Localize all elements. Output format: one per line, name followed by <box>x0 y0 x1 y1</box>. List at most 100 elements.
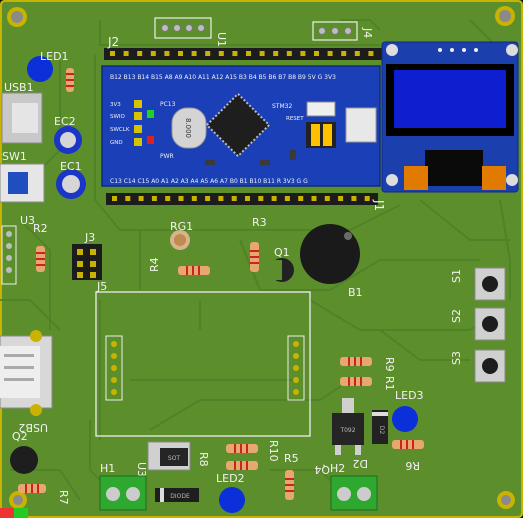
header-pin <box>341 51 347 56</box>
ec1-label: EC1 <box>60 160 82 173</box>
s1-label: S1 <box>450 269 463 283</box>
d1-package-label: DIODE <box>170 493 190 500</box>
pcb-render-view: U1 J4 J2 J1 B12 B13 B14 B15 A8 A9 A10 A1… <box>0 0 523 518</box>
r2-label: R2 <box>33 222 48 235</box>
led2-label: LED2 <box>216 472 245 485</box>
mcu-chip-label: STM32 <box>272 103 292 110</box>
d1-diode: DIODE <box>155 488 199 502</box>
header-pin <box>232 51 238 56</box>
r7-label: R7 <box>57 490 70 505</box>
r3-label: R3 <box>252 216 267 229</box>
r6-label: R6 <box>405 459 420 472</box>
r8-label: R8 <box>197 452 210 467</box>
led3-label: LED3 <box>395 389 424 402</box>
header-pin <box>311 196 317 201</box>
header-pin <box>205 51 211 56</box>
h2-label: H2 <box>330 462 345 475</box>
j2-label: J2 <box>107 35 119 49</box>
usb1-label: USB1 <box>4 81 34 94</box>
reset-label: RESET <box>286 116 304 122</box>
pc13-led <box>147 110 154 118</box>
r10-label: R10 <box>267 440 280 462</box>
s3-label: S3 <box>450 351 463 365</box>
header-pin <box>314 51 319 56</box>
q2-label: Q2 <box>12 430 28 443</box>
header-pin <box>258 196 264 201</box>
header-pin <box>218 51 224 56</box>
header-pin <box>110 51 115 56</box>
header-pin <box>178 51 183 56</box>
header-pin <box>354 51 360 56</box>
header-pin <box>246 51 251 56</box>
d2-label: D2 <box>353 457 368 470</box>
header-pin <box>205 196 211 201</box>
reset-button <box>306 101 336 117</box>
j4-label: J4 <box>361 27 374 38</box>
header-pin <box>286 51 292 56</box>
resistor-led1 <box>66 68 74 92</box>
header-pin <box>218 196 224 201</box>
header-pin <box>231 196 237 201</box>
pcb-board: U1 J4 J2 J1 B12 B13 B14 B15 A8 A9 A10 A1… <box>0 0 523 518</box>
h1-label: H1 <box>100 462 115 475</box>
header-pin <box>368 51 374 56</box>
module-bottom-pin-labels: C13 C14 C15 A0 A1 A2 A3 A4 A5 A6 A7 B0 B… <box>110 178 308 185</box>
swd-swclk-label: SWCLK <box>110 127 130 133</box>
s2-label: S2 <box>450 309 463 323</box>
u3b-label: U3 <box>135 462 148 477</box>
j1-label: J1 <box>372 199 386 211</box>
module-usb <box>345 107 377 143</box>
header-pin <box>259 51 265 56</box>
header-pin <box>178 196 184 201</box>
header-pin <box>364 196 370 201</box>
r5-label: R5 <box>284 452 299 465</box>
swd-swio-label: SWIO <box>110 114 126 120</box>
sw1-label: SW1 <box>2 150 27 163</box>
ec1-capacitor: EC1 <box>56 160 86 199</box>
rg1-label: RG1 <box>170 220 193 233</box>
header-pin <box>164 51 170 56</box>
corner-marker <box>0 508 14 518</box>
header-pin <box>191 196 197 201</box>
header-pin <box>137 51 143 56</box>
header-pin <box>138 196 144 201</box>
led1-label: LED1 <box>40 50 69 63</box>
header-pin <box>125 196 131 201</box>
swd-gnd-label: GND <box>110 140 123 146</box>
header-pin <box>150 51 156 56</box>
header-pin <box>151 196 157 201</box>
crystal-label: 8.000 <box>184 118 192 138</box>
stm32-module: B12 B13 B14 B15 A8 A9 A10 A11 A12 A15 B3… <box>101 65 381 187</box>
header-pin <box>245 196 250 201</box>
oled-display <box>381 41 519 193</box>
header-pin <box>271 196 277 201</box>
q1-label: Q1 <box>274 246 290 259</box>
swd-3v3-label: 3V3 <box>110 102 121 108</box>
header-pin <box>273 51 279 56</box>
header-pin <box>324 196 330 201</box>
header-pin <box>351 196 357 201</box>
header-pin <box>338 196 344 201</box>
u1-label: U1 <box>215 32 228 47</box>
header-pin <box>112 196 117 201</box>
header-pin <box>165 196 171 201</box>
j3-label: J3 <box>84 231 95 244</box>
r9-label: R9 <box>383 357 396 372</box>
ec2-label: EC2 <box>54 115 76 128</box>
j5-label: J5 <box>96 280 107 293</box>
module-top-pin-labels: B12 B13 B14 B15 A8 A9 A10 A11 A12 A15 B3… <box>110 74 336 81</box>
b1-label: B1 <box>348 286 363 299</box>
header-pin <box>300 51 306 56</box>
q4-package-label: T092 <box>339 427 355 434</box>
pwr-led <box>147 136 154 144</box>
pc13-label: PC13 <box>160 101 176 108</box>
d2-package-label: D2 <box>378 426 385 435</box>
header-pin <box>284 196 290 201</box>
u3-package-label: SOT <box>168 455 181 462</box>
header-pin <box>191 51 197 56</box>
header-pin <box>327 51 333 56</box>
header-pin <box>123 51 129 56</box>
r4-label: R4 <box>148 257 161 272</box>
pwr-label: PWR <box>160 153 174 160</box>
header-pin <box>298 196 304 201</box>
